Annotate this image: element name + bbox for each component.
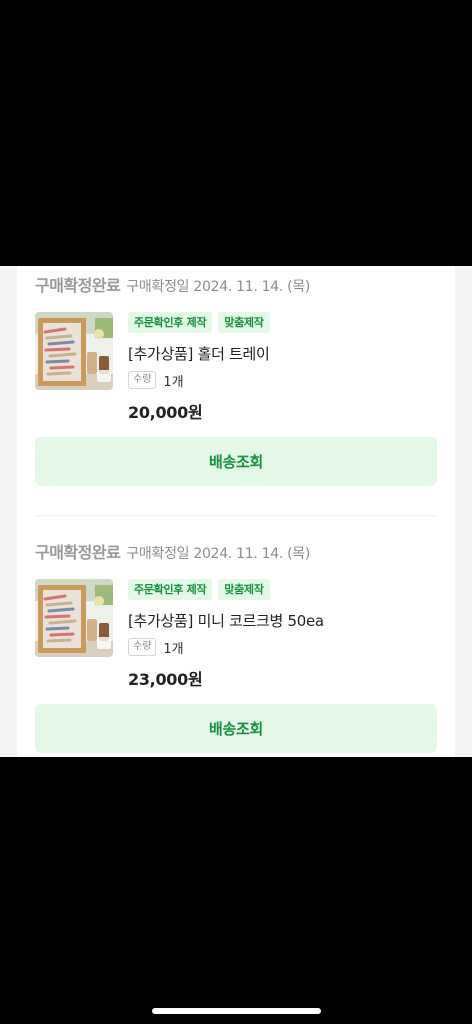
custom-made-badge: 맞춤제작 [218,312,270,333]
custom-made-badge: 맞춤제작 [218,579,270,600]
quantity-label: 수량 [128,371,157,389]
item-price: 20,000원 [128,403,203,422]
made-to-order-badge: 주문확인후 제작 [128,312,213,333]
order-status-label: 구매확정완료 [35,543,121,562]
quantity-value: 1개 [163,641,184,657]
track-delivery-button[interactable]: 배송조회 [35,437,437,486]
quantity-row: 수량 1개 [128,370,437,390]
item-info: 주문확인후 제작 맞춤제작 [추가상품] 홀더 트레이 수량 1개 20,000… [128,312,437,423]
order-card: 구매확정완료 구매확정일 2024. 11. 14. (목) 주문확인후 제작 … [17,266,455,757]
product-image [35,579,113,657]
quantity-row: 수량 1개 [128,637,437,657]
item-price: 23,000원 [128,670,203,689]
order-entry: 구매확정완료 구매확정일 2024. 11. 14. (목) 주문확인후 제작 … [35,272,437,486]
product-image [35,312,113,390]
order-status-row: 구매확정완료 구매확정일 2024. 11. 14. (목) [35,539,437,563]
product-thumbnail[interactable] [35,312,113,390]
order-status-label: 구매확정완료 [35,276,121,295]
order-item[interactable]: 주문확인후 제작 맞춤제작 [추가상품] 홀더 트레이 수량 1개 20,000… [35,312,437,422]
quantity-value: 1개 [163,374,184,390]
order-item[interactable]: 주문확인후 제작 맞춤제작 [추가상품] 미니 코르크병 50ea 수량 1개 … [35,579,437,689]
product-thumbnail[interactable] [35,579,113,657]
product-title[interactable]: [추가상품] 홀더 트레이 [128,343,437,365]
order-entry: 구매확정완료 구매확정일 2024. 11. 14. (목) 주문확인후 제작 … [35,539,437,753]
item-info: 주문확인후 제작 맞춤제작 [추가상품] 미니 코르크병 50ea 수량 1개 … [128,579,437,690]
quantity-label: 수량 [128,638,157,656]
order-list-screen: 구매확정완료 구매확정일 2024. 11. 14. (목) 주문확인후 제작 … [0,266,472,757]
track-delivery-button[interactable]: 배송조회 [35,704,437,753]
badge-group: 주문확인후 제작 맞춤제작 [128,579,437,601]
badge-group: 주문확인후 제작 맞춤제작 [128,312,437,334]
home-indicator[interactable] [152,1008,321,1014]
purchase-confirm-date: 구매확정일 2024. 11. 14. (목) [126,279,311,295]
order-status-row: 구매확정완료 구매확정일 2024. 11. 14. (목) [35,272,437,296]
order-divider [35,515,437,516]
product-title[interactable]: [추가상품] 미니 코르크병 50ea [128,610,437,632]
made-to-order-badge: 주문확인후 제작 [128,579,213,600]
purchase-confirm-date: 구매확정일 2024. 11. 14. (목) [126,546,311,562]
